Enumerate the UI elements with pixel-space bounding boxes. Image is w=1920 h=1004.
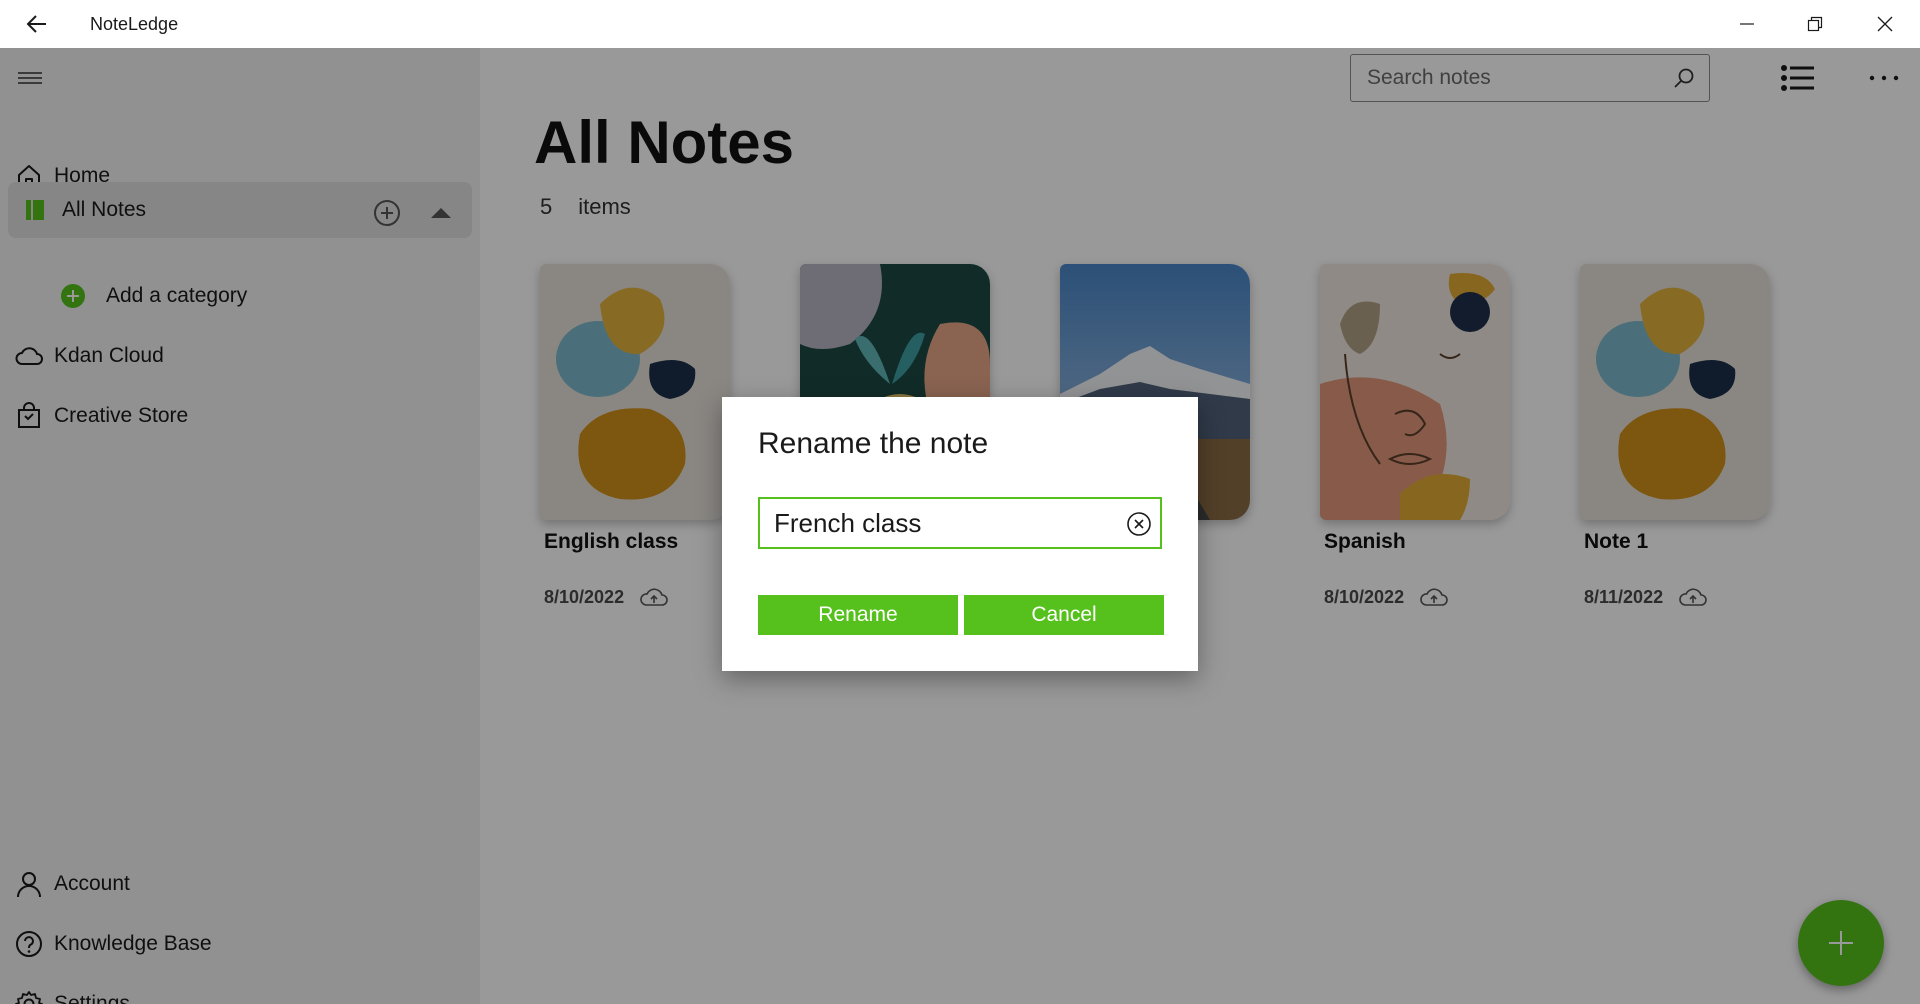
minimize-button[interactable]: [1724, 6, 1770, 42]
rename-button[interactable]: Rename: [758, 595, 958, 635]
minimize-icon: [1740, 23, 1754, 25]
clear-input-icon[interactable]: [1126, 511, 1152, 537]
rename-field[interactable]: [758, 497, 1162, 549]
app-title: NoteLedge: [90, 14, 179, 34]
cancel-button[interactable]: Cancel: [964, 595, 1164, 635]
title-bar: NoteLedge: [0, 0, 1920, 48]
rename-input[interactable]: [760, 499, 1100, 547]
close-button[interactable]: [1862, 6, 1908, 42]
rename-dialog: Rename the note Rename Cancel: [722, 397, 1198, 671]
back-button[interactable]: [20, 10, 52, 38]
restore-button[interactable]: [1792, 6, 1838, 42]
close-icon: [1877, 16, 1893, 32]
arrow-left-icon: [26, 15, 46, 33]
restore-icon: [1807, 16, 1823, 32]
dialog-title: Rename the note: [758, 427, 989, 460]
